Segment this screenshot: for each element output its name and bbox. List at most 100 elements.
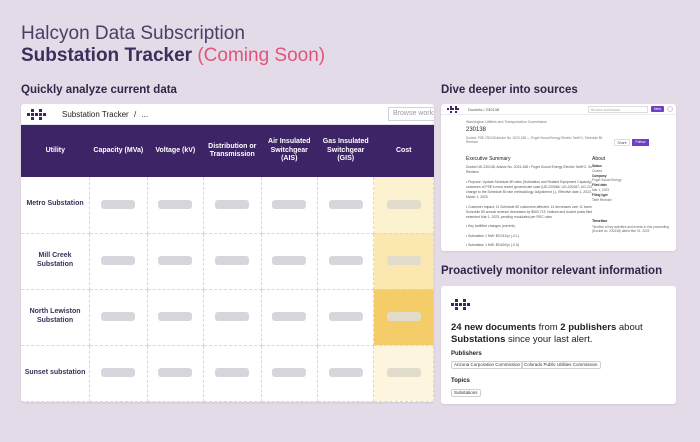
docket-id: 230138 [466, 127, 487, 133]
capacity-cell[interactable] [89, 233, 148, 290]
capacity-cell[interactable] [89, 345, 148, 402]
sources-toolbar: Dockets / 230138 Browse workspace New [441, 104, 676, 115]
section-monitor-heading: Proactively monitor relevant information [441, 265, 663, 277]
hero-title: Substation Tracker (Coming Soon) [21, 45, 325, 67]
summary-paragraph: • Substation 1 MW: $9,600/yr (-0.0) [466, 242, 519, 247]
ais-cell[interactable] [261, 233, 318, 290]
topic-chip[interactable]: Substations [451, 389, 481, 397]
voltage-cell[interactable] [147, 233, 205, 290]
executive-summary-body: Docket UE-230138, Advice No. 2023-158 • … [466, 165, 611, 251]
cost-cell[interactable] [373, 289, 434, 346]
column-header-cost[interactable]: Cost [373, 125, 434, 177]
table-row[interactable]: Mill Creek Substation [21, 233, 434, 290]
breadcrumb-separator: / [133, 109, 137, 119]
placeholder-value [158, 368, 193, 377]
browse-search-input[interactable]: Browse works [388, 107, 434, 121]
publishers-label: Publishers [451, 351, 482, 357]
utility-cell[interactable]: Sunset substation [21, 345, 91, 402]
placeholder-value [328, 368, 363, 377]
utility-cell[interactable]: Mill Creek Substation [21, 233, 91, 290]
publisher-chip[interactable]: Colorado Public Utilities Commission [521, 361, 601, 369]
docket-description: Docket: PSE 230138 Advice No. 2023-158 —… [466, 136, 603, 145]
hero-title-text: Substation Tracker [21, 45, 193, 66]
breadcrumb-app-title[interactable]: Substation Tracker [62, 110, 129, 119]
headline-since: since your last alert. [508, 333, 593, 345]
utility-cell[interactable]: Metro Substation [21, 177, 91, 234]
timeline-heading: Timeline [592, 219, 676, 223]
monitor-card: 24 new documents from 2 publishers about… [441, 286, 676, 404]
ais-cell[interactable] [261, 345, 318, 402]
placeholder-value [272, 312, 307, 321]
cost-cell[interactable] [373, 177, 434, 234]
hero-subtitle: Halcyon Data Subscription [21, 23, 245, 44]
placeholder-value [386, 312, 421, 321]
placeholder-value [215, 312, 250, 321]
placeholder-value [101, 256, 136, 265]
gis-cell[interactable] [317, 177, 375, 234]
publisher-chip[interactable]: Arizona Corporation Commission [451, 361, 524, 369]
cost-cell[interactable] [373, 233, 434, 290]
utility-cell[interactable]: North Lewiston Substation [21, 289, 91, 346]
alert-headline: 24 new documents from 2 publishers about… [451, 322, 671, 346]
tracker-table: Utility Capacity (MVa) Voltage (kV) Dist… [21, 125, 434, 402]
ais-cell[interactable] [261, 289, 318, 346]
column-header-distribution[interactable]: Distribution or Transmission [203, 125, 262, 177]
topics-label: Topics [451, 378, 470, 384]
executive-summary-heading: Executive Summary [466, 156, 511, 162]
placeholder-value [215, 199, 250, 209]
halcyon-logo-icon[interactable] [447, 105, 459, 113]
coming-soon-badge: (Coming Soon) [197, 45, 326, 66]
section-analyze-heading: Quickly analyze current data [21, 84, 177, 96]
placeholder-value [386, 199, 421, 209]
gis-cell[interactable] [317, 345, 375, 402]
tracker-toolbar: Substation Tracker / ... Browse works [21, 104, 434, 125]
capacity-cell[interactable] [89, 177, 148, 234]
cost-cell[interactable] [373, 345, 434, 402]
sources-search-input[interactable]: Browse workspace [588, 105, 648, 113]
capacity-cell[interactable] [89, 289, 148, 346]
meta-value: Closed [592, 168, 602, 173]
column-header-ais[interactable]: Air Insulated Switchgear (AIS) [261, 125, 318, 177]
distribution-cell[interactable] [203, 345, 262, 402]
new-button[interactable]: New [651, 106, 664, 112]
section-sources-heading: Dive deeper into sources [441, 84, 578, 96]
halcyon-logo-icon [451, 299, 470, 310]
voltage-cell[interactable] [147, 177, 205, 234]
table-row[interactable]: Metro Substation [21, 177, 434, 234]
follow-button[interactable]: Follow [632, 139, 649, 146]
table-row[interactable]: Sunset substation [21, 345, 434, 402]
summary-paragraph: • Purpose: Update Schedule 80 rates (Sub… [466, 179, 606, 200]
publisher-count: 2 publishers [560, 322, 617, 333]
column-header-gis[interactable]: Gas Insulated Switchgear (GIS) [317, 125, 374, 177]
placeholder-value [328, 312, 363, 321]
summary-paragraph: • Customer Impact: 11 Schedule 80 custom… [466, 204, 611, 220]
placeholder-value [328, 199, 363, 209]
placeholder-value [158, 199, 193, 209]
share-button[interactable]: Share [614, 139, 630, 146]
distribution-cell[interactable] [203, 289, 262, 346]
ais-cell[interactable] [261, 177, 318, 234]
gis-cell[interactable] [317, 289, 375, 346]
headline-from: from [538, 322, 558, 333]
table-row[interactable]: North Lewiston Substation [21, 289, 434, 346]
placeholder-value [101, 199, 136, 209]
about-metadata: Status Closed Company Puget Sound Energy F… [592, 164, 676, 216]
placeholder-value [386, 368, 421, 377]
voltage-cell[interactable] [147, 345, 205, 402]
placeholder-value [272, 368, 307, 377]
close-icon[interactable] [667, 106, 673, 112]
voltage-cell[interactable] [147, 289, 205, 346]
column-header-capacity[interactable]: Capacity (MVa) [89, 125, 148, 177]
column-header-voltage[interactable]: Voltage (kV) [147, 125, 204, 177]
gis-cell[interactable] [317, 233, 375, 290]
placeholder-value [272, 256, 307, 265]
breadcrumb-ellipsis[interactable]: ... [141, 110, 148, 119]
distribution-cell[interactable] [203, 177, 262, 234]
halcyon-logo-icon[interactable] [27, 108, 46, 120]
placeholder-value [101, 368, 136, 377]
column-header-utility[interactable]: Utility [21, 125, 90, 177]
distribution-cell[interactable] [203, 233, 262, 290]
sources-breadcrumb[interactable]: Dockets / 230138 [468, 107, 499, 112]
table-header-row: Utility Capacity (MVa) Voltage (kV) Dist… [21, 125, 434, 177]
placeholder-value [158, 312, 193, 321]
